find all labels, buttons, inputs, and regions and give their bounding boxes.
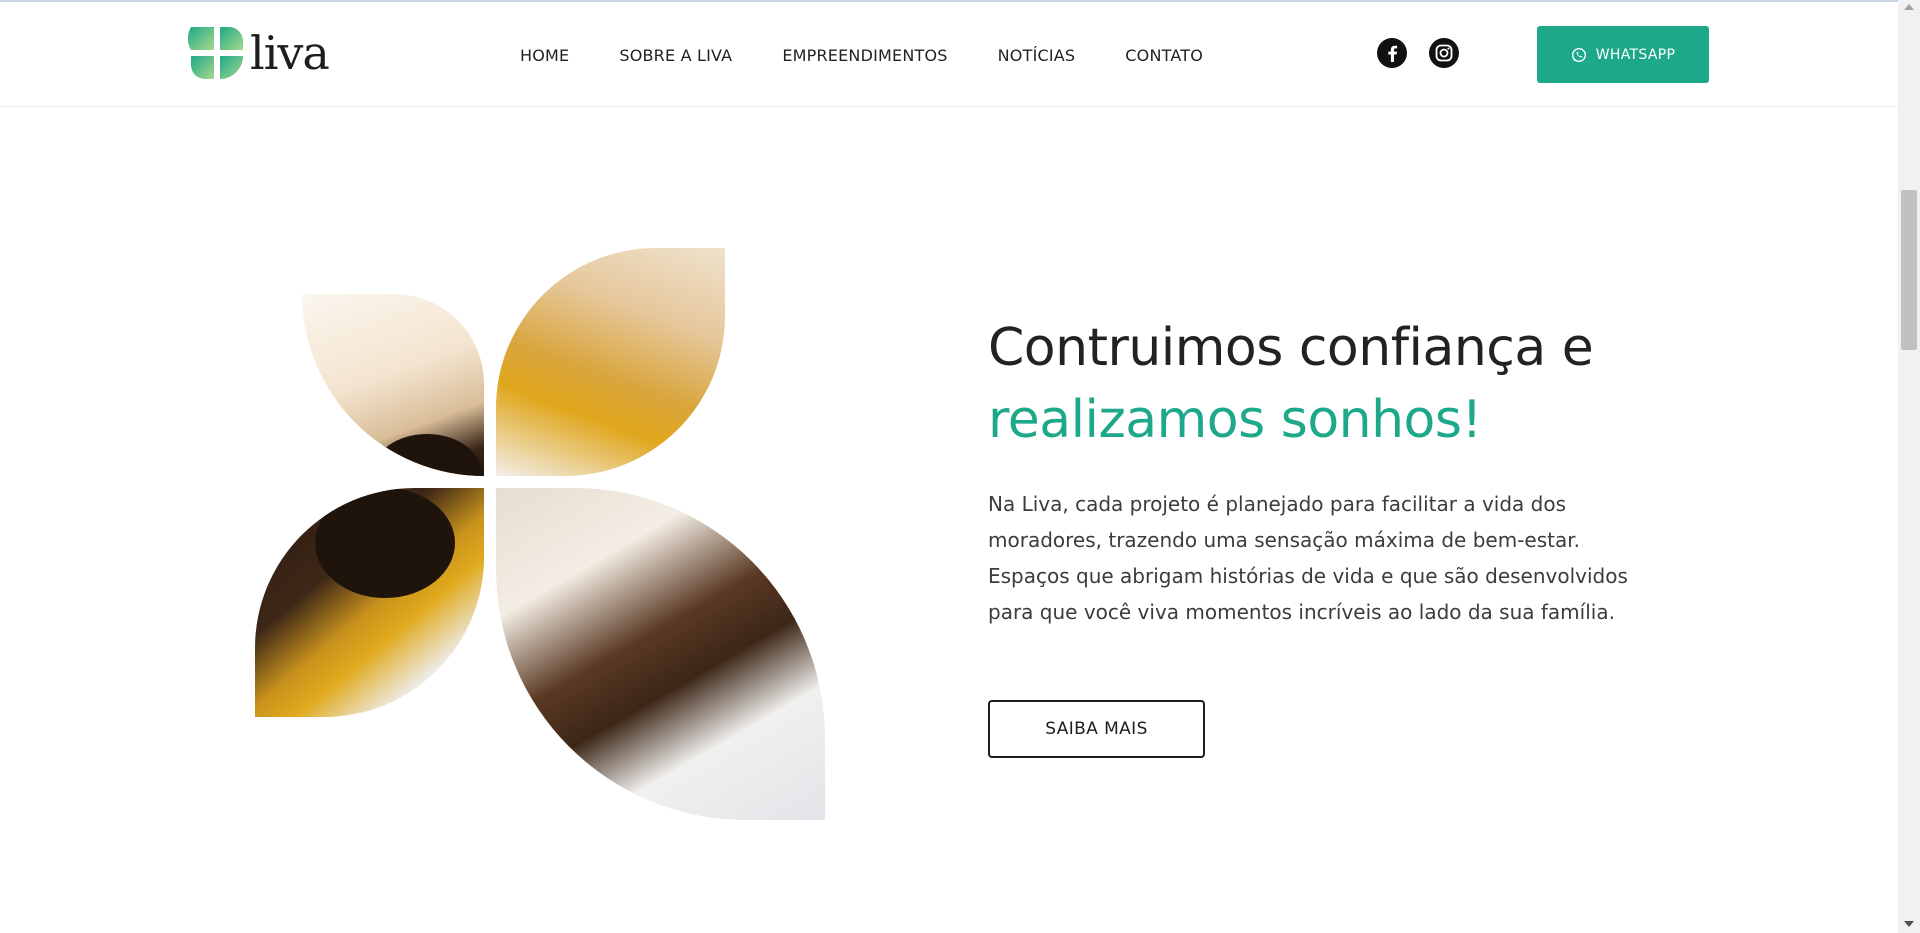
nav-item-empreendimentos[interactable]: EMPREENDIMENTOS	[782, 46, 947, 65]
whatsapp-label: WHATSAPP	[1595, 46, 1676, 63]
instagram-link[interactable]	[1429, 38, 1459, 68]
facebook-icon	[1388, 45, 1398, 62]
nav-item-contato[interactable]: CONTATO	[1125, 46, 1203, 65]
scroll-up-arrow-icon[interactable]	[1904, 4, 1914, 10]
whatsapp-icon	[1571, 47, 1586, 62]
page-scrollbar[interactable]	[1898, 0, 1920, 933]
facebook-link[interactable]	[1377, 38, 1407, 68]
nav-item-sobre-a-liva[interactable]: SOBRE A LIVA	[619, 46, 732, 65]
hero-headline: Contruimos confiança e realizamos sonhos…	[988, 312, 1594, 456]
paragraph-line: Espaços que abrigam histórias de vida e …	[988, 564, 1628, 588]
main-nav: HOME SOBRE A LIVA EMPREENDIMENTOS NOTÍCI…	[520, 46, 1253, 65]
logo[interactable]: liva	[188, 24, 330, 82]
logo-text: liva	[250, 26, 330, 80]
site-header: liva HOME SOBRE A LIVA EMPREENDIMENTOS N…	[0, 2, 1898, 107]
instagram-icon	[1435, 44, 1453, 62]
hero-photo-collage	[255, 248, 825, 820]
headline-line-1: Contruimos confiança e	[988, 318, 1594, 378]
scrollbar-thumb[interactable]	[1901, 190, 1917, 350]
whatsapp-button[interactable]: WHATSAPP	[1537, 26, 1709, 83]
nav-item-noticias[interactable]: NOTÍCIAS	[998, 46, 1076, 65]
paragraph-line: moradores, trazendo uma sensação máxima …	[988, 528, 1580, 552]
paragraph-line: Na Liva, cada projeto é planejado para f…	[988, 492, 1566, 516]
photo-petal-top-left	[302, 294, 484, 476]
paragraph-line: para que você viva momentos incríveis ao…	[988, 600, 1615, 624]
photo-petal-bottom-right	[496, 488, 825, 820]
photo-petal-bottom-left	[255, 488, 484, 717]
photo-petal-top-right	[496, 248, 725, 476]
scroll-down-arrow-icon[interactable]	[1904, 921, 1914, 927]
hero-paragraph: Na Liva, cada projeto é planejado para f…	[988, 486, 1628, 630]
nav-item-home[interactable]: HOME	[520, 46, 569, 65]
saiba-mais-button[interactable]: SAIBA MAIS	[988, 700, 1205, 758]
clover-logo-icon	[188, 27, 244, 79]
headline-line-2-accent: realizamos sonhos!	[988, 390, 1482, 450]
